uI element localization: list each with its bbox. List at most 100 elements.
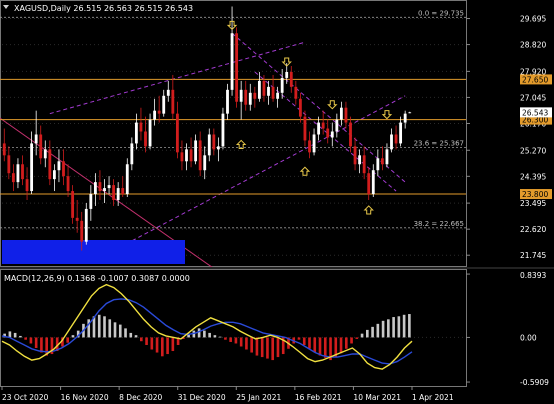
candle-body bbox=[257, 80, 261, 99]
chart-header-text: XAGUSD,Daily 26.515 26.563 26.515 26.543 bbox=[14, 4, 193, 13]
candle-body bbox=[139, 122, 143, 132]
candle-body bbox=[344, 107, 348, 123]
candle-body bbox=[180, 152, 184, 162]
candle-body bbox=[298, 98, 302, 117]
fib-label: 23.6 = 25.367 bbox=[414, 139, 464, 147]
candle-body bbox=[166, 89, 170, 96]
candle-body bbox=[339, 107, 343, 120]
candle-body bbox=[121, 188, 125, 195]
candle-body bbox=[66, 176, 70, 192]
candle-body bbox=[244, 89, 248, 105]
panel-separator bbox=[0, 267, 554, 269]
candle-body bbox=[130, 143, 134, 165]
candle-body bbox=[75, 217, 79, 221]
candle-body bbox=[162, 95, 166, 114]
candle-body bbox=[185, 149, 188, 162]
candle-body bbox=[43, 149, 47, 159]
candle-body bbox=[399, 122, 403, 144]
fib-label: 38.2 = 22.665 bbox=[414, 220, 464, 228]
candle-body bbox=[48, 149, 52, 180]
candle-body bbox=[189, 149, 193, 162]
candle-body bbox=[353, 146, 357, 165]
candle-body bbox=[52, 170, 56, 180]
price-tag-label: 26.543 bbox=[522, 108, 548, 117]
price-tick-label: 22.620 bbox=[520, 225, 546, 234]
price-tick-label: 23.495 bbox=[520, 199, 546, 208]
time-tick-label: 23 Oct 2020 bbox=[2, 393, 49, 402]
candle-body bbox=[276, 92, 280, 99]
candle-body bbox=[371, 170, 375, 195]
candle-body bbox=[312, 134, 316, 153]
price-tick-label: 28.820 bbox=[520, 41, 546, 50]
candle-body bbox=[116, 188, 120, 200]
candle-body bbox=[235, 33, 239, 102]
candle-body bbox=[153, 110, 157, 120]
candle-body bbox=[107, 185, 111, 189]
candle-body bbox=[7, 155, 11, 174]
candle-body bbox=[403, 113, 407, 123]
time-tick-label: 16 Nov 2020 bbox=[61, 393, 109, 402]
candle-body bbox=[93, 182, 97, 195]
candle-body bbox=[303, 116, 307, 141]
price-tag-label: 27.650 bbox=[522, 75, 548, 84]
candle-body bbox=[271, 86, 275, 99]
candle-body bbox=[89, 194, 93, 209]
candle-body bbox=[380, 158, 384, 165]
candle-body bbox=[34, 134, 38, 144]
candle-body bbox=[16, 164, 20, 183]
candle-body bbox=[98, 182, 102, 192]
candle-body bbox=[2, 143, 6, 156]
candle-body bbox=[80, 220, 84, 242]
candle-body bbox=[253, 92, 257, 99]
candle-body bbox=[21, 164, 24, 180]
chart-root: 0.0 = 29.735 23.6 = 25.367 38.2 = 22.665 2… bbox=[0, 0, 554, 404]
candle-body bbox=[198, 140, 202, 171]
candle-body bbox=[349, 122, 352, 147]
candle-body bbox=[230, 33, 234, 90]
candle-body bbox=[326, 128, 330, 138]
candle-body bbox=[390, 134, 393, 150]
candle-body bbox=[226, 89, 229, 114]
chart-header: XAGUSD,Daily 26.515 26.563 26.515 26.543 bbox=[3, 4, 193, 13]
candle-body bbox=[285, 71, 289, 78]
macd-tick-label: -0.5909 bbox=[520, 378, 549, 387]
candle-body bbox=[367, 173, 371, 195]
candle-body bbox=[84, 208, 88, 242]
candle-body bbox=[362, 155, 366, 174]
macd-tick-label: 0.8393 bbox=[520, 271, 546, 280]
time-tick-label: 25 Jan 2021 bbox=[236, 393, 281, 402]
candle-body bbox=[262, 80, 266, 96]
fib-label: 0.0 = 29.735 bbox=[418, 9, 464, 17]
candle-body bbox=[203, 155, 207, 171]
candle-body bbox=[317, 122, 321, 135]
candle-body bbox=[212, 134, 216, 150]
candle-body bbox=[358, 155, 362, 165]
time-tick-label: 8 Dec 2020 bbox=[119, 393, 162, 402]
candle-body bbox=[134, 122, 138, 144]
candle-body bbox=[144, 131, 147, 147]
time-tick-label: 10 Mar 2021 bbox=[353, 393, 401, 402]
price-tick-label: 25.270 bbox=[520, 146, 546, 155]
candle-body bbox=[294, 86, 298, 99]
candle-body bbox=[30, 143, 34, 192]
candle-body bbox=[39, 134, 43, 159]
price-tag-label: 23.800 bbox=[522, 190, 548, 199]
time-tick-label: 16 Feb 2021 bbox=[295, 393, 342, 402]
candle-body bbox=[394, 134, 398, 144]
candle-body bbox=[376, 158, 380, 171]
candle-body bbox=[71, 191, 75, 218]
candle-body bbox=[62, 161, 65, 177]
candle-body bbox=[57, 161, 61, 171]
candle-body bbox=[330, 131, 334, 138]
candle-body bbox=[239, 89, 243, 102]
candle-body bbox=[321, 122, 325, 129]
candle-body bbox=[25, 179, 29, 192]
candle-body bbox=[207, 134, 211, 156]
price-tick-label: 29.695 bbox=[520, 15, 546, 24]
candle-body bbox=[175, 113, 179, 153]
candle-body bbox=[308, 140, 311, 153]
time-tick-label: 1 Apr 2021 bbox=[412, 393, 454, 402]
blue-box bbox=[2, 240, 185, 264]
candle-body bbox=[125, 164, 129, 195]
candle-body bbox=[408, 112, 412, 114]
